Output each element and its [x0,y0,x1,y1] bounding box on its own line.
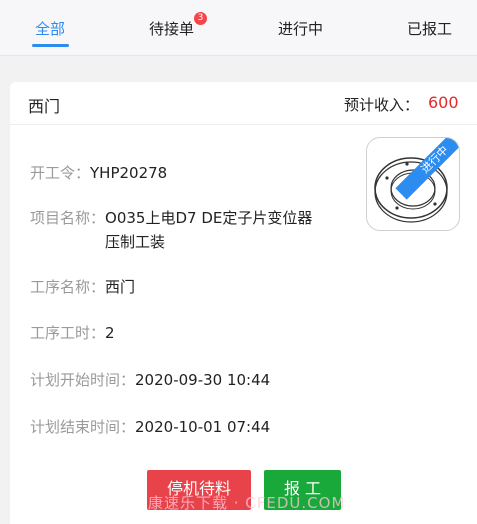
work-order-card[interactable]: 西门 预计收入： 600 开工令：YHP20278 项目名称：O035上电D7 … [10,82,477,524]
field-label: 计划结束时间： [30,418,136,436]
field-label: 项目名称： [30,209,106,227]
stop-waiting-material-button[interactable]: 停机待料 [147,470,251,510]
field-label: 开工令： [30,164,91,182]
income-value: 600 [428,93,459,112]
field-label: 工序名称： [30,278,106,296]
tab-all[interactable]: 全部 [35,18,65,39]
field-value: YHP20278 [90,164,168,182]
field-value-continued: 压制工装 [105,233,166,251]
field-value: 2020-09-30 10:44 [135,371,271,389]
planned-start-row: 计划开始时间：2020-09-30 10:44 [30,369,270,390]
field-label: 工序工时： [30,324,106,342]
work-order-row: 开工令：YHP20278 [30,162,167,183]
active-tab-indicator [32,44,69,47]
pending-count-badge: 3 [194,12,207,25]
field-value: O035上电D7 DE定子片变位器 [105,209,313,227]
field-value: 西门 [105,278,136,296]
product-thumbnail[interactable]: 进行中 [366,137,460,231]
process-hours-row: 工序工时：2 [30,322,115,343]
tab-bar: 全部 待接单 3 进行中 已报工 [0,0,477,56]
field-value: 2020-10-01 07:44 [135,418,271,436]
planned-end-row: 计划结束时间：2020-10-01 07:44 [30,416,270,437]
tab-pending[interactable]: 待接单 [149,18,194,39]
process-name-row: 工序名称：西门 [30,276,135,297]
field-value: 2 [105,324,115,342]
field-label: 计划开始时间： [30,371,136,389]
card-title: 西门 [28,97,61,116]
tab-reported[interactable]: 已报工 [407,18,452,39]
income-label: 预计收入： [344,96,420,114]
project-name-row-line2: 压制工装 [105,230,165,254]
card-header: 西门 预计收入： 600 [10,82,477,125]
report-work-button[interactable]: 报 工 [264,470,341,510]
project-name-row: 项目名称：O035上电D7 DE定子片变位器 [30,206,312,230]
tab-in-progress[interactable]: 进行中 [278,18,323,39]
